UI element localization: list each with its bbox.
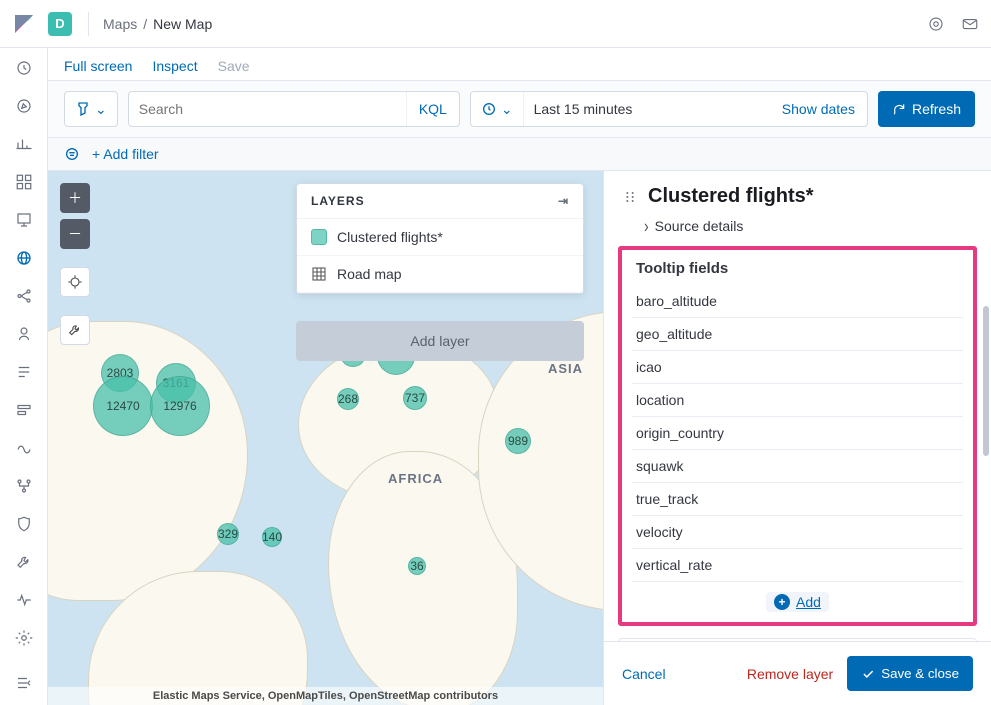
nav-metrics-icon[interactable] [14, 324, 34, 344]
geo-label-asia: ASIA [548, 361, 583, 376]
refresh-label: Refresh [912, 101, 961, 117]
newsfeed-icon[interactable] [927, 15, 945, 33]
cluster-bubble[interactable]: 268 [337, 388, 359, 410]
app-menubar: Full screen Inspect Save [48, 48, 991, 81]
time-picker[interactable]: ⌄ Last 15 minutes Show dates [470, 91, 868, 127]
layer-swatch-icon [311, 229, 327, 245]
layer-label: Clustered flights* [337, 229, 443, 245]
tools-button[interactable] [60, 315, 90, 345]
save-link: Save [218, 58, 250, 74]
filter-bar: + Add filter [48, 138, 991, 171]
layer-settings-panel: Clustered flights* Source details Toolti… [603, 171, 991, 705]
search-input-wrap: KQL [128, 91, 460, 127]
left-nav-rail [0, 48, 48, 705]
chevron-down-icon: ⌄ [95, 101, 107, 118]
nav-monitoring-icon[interactable] [14, 590, 34, 610]
mail-icon[interactable] [961, 15, 979, 33]
tooltip-field-item[interactable]: location [632, 384, 963, 417]
nav-endpoint-icon[interactable] [14, 514, 34, 534]
cluster-bubble[interactable]: 36 [408, 557, 426, 575]
add-label: Add [796, 594, 821, 610]
inspect-link[interactable]: Inspect [152, 58, 197, 74]
space-badge[interactable]: D [48, 12, 72, 36]
query-bar: ⌄ KQL ⌄ Last 15 minutes Show dates Refre… [48, 81, 991, 138]
chevron-down-icon: ⌄ [501, 101, 513, 118]
sorting-section[interactable]: Sorting [618, 638, 977, 641]
nav-apm-icon[interactable] [14, 400, 34, 420]
tooltip-field-item[interactable]: icao [632, 351, 963, 384]
nav-canvas-icon[interactable] [14, 210, 34, 230]
grab-handle-icon[interactable] [622, 189, 638, 205]
tooltip-fields-heading: Tooltip fields [622, 250, 973, 285]
cluster-bubble[interactable]: 989 [505, 428, 531, 454]
breadcrumb: Maps / New Map [103, 16, 212, 32]
breadcrumb-sep: / [143, 16, 147, 32]
remove-layer-link[interactable]: Remove layer [747, 666, 833, 682]
nav-management-icon[interactable] [14, 628, 34, 648]
locate-button[interactable] [60, 267, 90, 297]
layer-label: Road map [337, 266, 402, 282]
add-filter-link[interactable]: + Add filter [92, 146, 159, 162]
breadcrumb-current: New Map [153, 16, 212, 32]
map-attribution: Elastic Maps Service, OpenMapTiles, Open… [48, 687, 603, 705]
kibana-logo-icon[interactable] [12, 12, 36, 36]
grid-icon [311, 266, 327, 282]
add-tooltip-field-link[interactable]: + Add [766, 592, 829, 612]
fullscreen-link[interactable]: Full screen [64, 58, 132, 74]
save-close-button[interactable]: Save & close [847, 656, 973, 691]
cluster-bubble[interactable]: 737 [403, 386, 427, 410]
source-details-toggle[interactable]: Source details [604, 214, 991, 246]
nav-siem-icon[interactable] [14, 476, 34, 496]
nav-dashboard-icon[interactable] [14, 172, 34, 192]
tooltip-field-item[interactable]: true_track [632, 483, 963, 516]
layers-heading: LAYERS [311, 194, 365, 208]
filter-menu-icon[interactable] [64, 146, 80, 162]
cluster-bubble[interactable]: 140 [262, 527, 282, 547]
search-input[interactable] [129, 92, 406, 126]
tooltip-field-item[interactable]: geo_altitude [632, 318, 963, 351]
tooltip-fields-section: Tooltip fields baro_altitudegeo_altitude… [618, 246, 977, 626]
refresh-button[interactable]: Refresh [878, 91, 975, 127]
topbar: D Maps / New Map [0, 0, 991, 48]
map-canvas[interactable]: ASIA AFRICA 2803124703161129761401831926… [48, 171, 603, 705]
layer-item-clustered[interactable]: Clustered flights* [297, 219, 583, 256]
nav-ml-icon[interactable] [14, 286, 34, 306]
tooltip-field-item[interactable]: origin_country [632, 417, 963, 450]
zoom-in-button[interactable]: ＋ [60, 183, 90, 213]
nav-collapse-icon[interactable] [14, 673, 34, 693]
geo-label-africa: AFRICA [388, 471, 443, 486]
nav-uptime-icon[interactable] [14, 438, 34, 458]
source-details-label: Source details [655, 218, 744, 234]
collapse-panel-icon[interactable]: ⇥ [558, 194, 569, 208]
layer-item-roadmap[interactable]: Road map [297, 256, 583, 293]
plus-circle-icon: + [774, 594, 790, 610]
tooltip-field-item[interactable]: vertical_rate [632, 549, 963, 582]
scrollbar[interactable] [983, 306, 989, 456]
nav-devtools-icon[interactable] [14, 552, 34, 572]
nav-maps-icon[interactable] [14, 248, 34, 268]
saved-query-button[interactable]: ⌄ [64, 91, 118, 127]
cluster-bubble[interactable]: 329 [217, 523, 239, 545]
nav-visualize-icon[interactable] [14, 134, 34, 154]
layers-panel: LAYERS ⇥ Clustered flights* Road map [296, 183, 584, 294]
save-close-label: Save & close [881, 666, 959, 681]
tooltip-field-item[interactable]: squawk [632, 450, 963, 483]
cluster-bubble[interactable]: 12470 [93, 376, 153, 436]
kql-toggle[interactable]: KQL [406, 92, 459, 126]
chevron-right-icon [644, 218, 649, 234]
tooltip-field-item[interactable]: velocity [632, 516, 963, 549]
quick-select-button[interactable]: ⌄ [471, 92, 524, 126]
breadcrumb-root[interactable]: Maps [103, 16, 137, 32]
nav-discover-icon[interactable] [14, 96, 34, 116]
tooltip-field-item[interactable]: baro_altitude [632, 285, 963, 318]
add-layer-button: Add layer [296, 321, 584, 361]
cancel-link[interactable]: Cancel [622, 666, 666, 682]
show-dates-link[interactable]: Show dates [770, 92, 867, 126]
time-range-text[interactable]: Last 15 minutes [524, 92, 770, 126]
panel-title: Clustered flights* [648, 185, 814, 208]
zoom-out-button[interactable]: － [60, 219, 90, 249]
cluster-bubble[interactable]: 12976 [150, 376, 210, 436]
nav-logs-icon[interactable] [14, 362, 34, 382]
nav-recent-icon[interactable] [14, 58, 34, 78]
